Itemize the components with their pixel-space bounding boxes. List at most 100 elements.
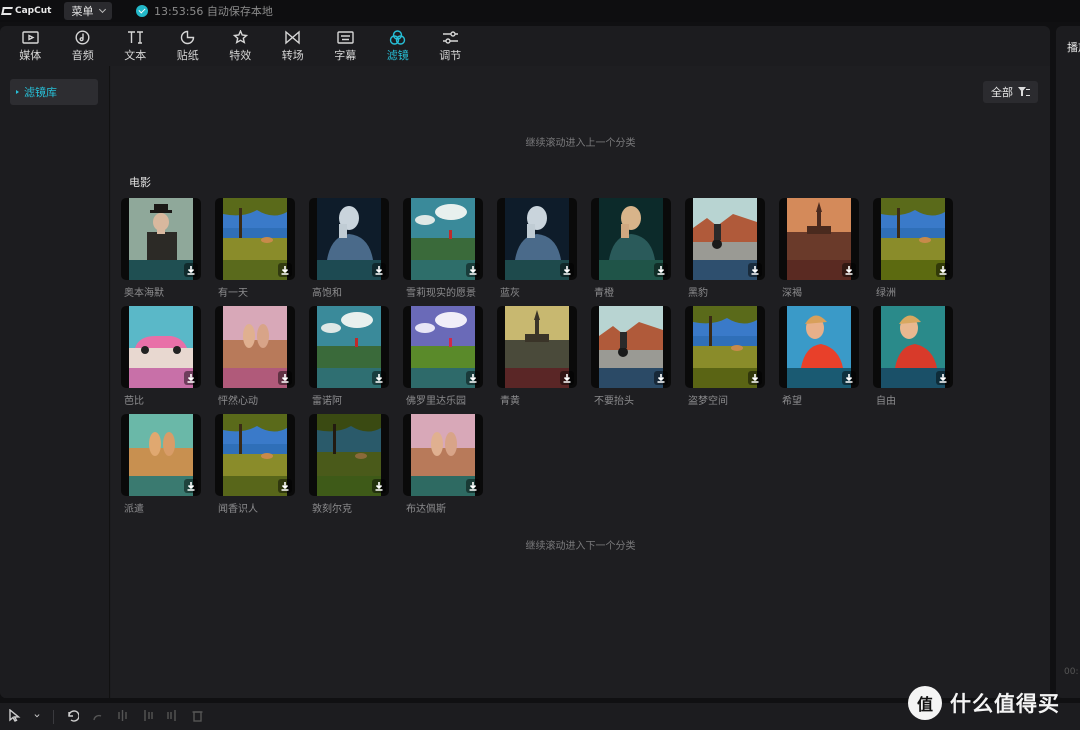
filter-thumbnail[interactable] xyxy=(403,198,483,280)
filter-card[interactable]: 布达佩斯 xyxy=(403,414,483,515)
filter-card[interactable]: 芭比 xyxy=(121,306,201,407)
filter-name: 盗梦空间 xyxy=(688,396,728,407)
filter-card[interactable]: 高饱和 xyxy=(309,198,389,299)
tab-subtitle[interactable]: 字幕 xyxy=(319,26,372,66)
filter-card[interactable]: 自由 xyxy=(873,306,953,407)
filter-card[interactable]: 青黄 xyxy=(497,306,577,407)
download-icon[interactable] xyxy=(842,371,856,385)
filter-card[interactable]: 希望 xyxy=(779,306,859,407)
tab-media[interactable]: 媒体 xyxy=(4,26,57,66)
filter-thumbnail[interactable] xyxy=(685,306,765,388)
filter-card[interactable]: 青橙 xyxy=(591,198,671,299)
redo-icon[interactable] xyxy=(91,707,104,726)
filter-card[interactable]: 盗梦空间 xyxy=(685,306,765,407)
filter-name: 黑豹 xyxy=(688,288,708,299)
filter-name: 青橙 xyxy=(594,288,614,299)
tab-transition[interactable]: 转场 xyxy=(267,26,320,66)
tab-audio[interactable]: 音频 xyxy=(57,26,110,66)
filter-thumbnail[interactable] xyxy=(403,414,483,496)
filter-thumbnail[interactable] xyxy=(779,198,859,280)
filter-thumbnail[interactable] xyxy=(685,198,765,280)
download-icon[interactable] xyxy=(560,263,574,277)
download-icon[interactable] xyxy=(184,263,198,277)
filter-preview-image xyxy=(693,198,757,260)
filter-thumbnail[interactable] xyxy=(779,306,859,388)
app-window: CapCut 菜单 13:53:56 自动保存本地 媒体 音频 文本 贴纸 特效… xyxy=(0,0,1080,730)
filter-card[interactable]: 派遣 xyxy=(121,414,201,515)
filter-card[interactable]: 雪莉现实的愿景 xyxy=(403,198,483,299)
download-icon[interactable] xyxy=(466,371,480,385)
filter-thumbnail[interactable] xyxy=(215,198,295,280)
download-icon[interactable] xyxy=(842,263,856,277)
download-icon[interactable] xyxy=(372,263,386,277)
filter-card[interactable]: 奥本海默 xyxy=(121,198,201,299)
filter-thumbnail[interactable] xyxy=(591,306,671,388)
download-icon[interactable] xyxy=(936,371,950,385)
download-icon[interactable] xyxy=(466,479,480,493)
filter-all-button[interactable]: 全部 xyxy=(983,81,1038,103)
filter-preview-image xyxy=(599,306,663,368)
filter-thumbnail[interactable] xyxy=(873,198,953,280)
download-icon[interactable] xyxy=(372,371,386,385)
filter-card[interactable]: 不要抬头 xyxy=(591,306,671,407)
filter-card[interactable]: 闻香识人 xyxy=(215,414,295,515)
download-icon[interactable] xyxy=(184,479,198,493)
title-bar: CapCut 菜单 13:53:56 自动保存本地 xyxy=(0,0,1080,22)
filter-thumbnail[interactable] xyxy=(309,306,389,388)
filter-name: 青黄 xyxy=(500,396,520,407)
filter-preview-image xyxy=(223,306,287,368)
sidebar-item-label: 滤镜库 xyxy=(24,86,57,99)
split-icon[interactable] xyxy=(116,707,129,726)
download-icon[interactable] xyxy=(466,263,480,277)
filter-card[interactable]: 蓝灰 xyxy=(497,198,577,299)
download-icon[interactable] xyxy=(654,371,668,385)
split-right-icon[interactable] xyxy=(166,707,179,726)
delete-icon[interactable] xyxy=(191,707,204,726)
sidebar-item-filter-library[interactable]: 滤镜库 xyxy=(10,79,98,105)
filter-thumbnail[interactable] xyxy=(591,198,671,280)
tab-label: 媒体 xyxy=(19,48,42,62)
download-icon[interactable] xyxy=(184,371,198,385)
filter-thumbnail[interactable] xyxy=(215,414,295,496)
menu-button[interactable]: 菜单 xyxy=(64,2,112,20)
undo-icon[interactable] xyxy=(66,707,80,726)
download-icon[interactable] xyxy=(748,371,762,385)
filter-card[interactable]: 绿洲 xyxy=(873,198,953,299)
download-icon[interactable] xyxy=(278,371,292,385)
check-circle-icon xyxy=(136,5,148,17)
download-icon[interactable] xyxy=(654,263,668,277)
filter-card[interactable]: 深褐 xyxy=(779,198,859,299)
filter-thumbnail[interactable] xyxy=(121,306,201,388)
filter-card[interactable]: 有一天 xyxy=(215,198,295,299)
filter-thumbnail[interactable] xyxy=(121,198,201,280)
tab-effects[interactable]: 特效 xyxy=(214,26,267,66)
download-icon[interactable] xyxy=(278,479,292,493)
filter-thumbnail[interactable] xyxy=(497,198,577,280)
filter-thumbnail[interactable] xyxy=(309,198,389,280)
split-left-icon[interactable] xyxy=(141,707,154,726)
filter-card[interactable]: 佛罗里达乐园 xyxy=(403,306,483,407)
tab-text[interactable]: 文本 xyxy=(109,26,162,66)
download-icon[interactable] xyxy=(278,263,292,277)
select-cursor-icon[interactable] xyxy=(8,707,21,726)
filter-thumbnail[interactable] xyxy=(121,414,201,496)
tab-adjust[interactable]: 调节 xyxy=(424,26,477,66)
tab-label: 文本 xyxy=(124,48,147,62)
filter-thumbnail[interactable] xyxy=(873,306,953,388)
filter-thumbnail[interactable] xyxy=(497,306,577,388)
download-icon[interactable] xyxy=(748,263,762,277)
chevron-down-icon[interactable] xyxy=(33,707,41,726)
tab-sticker[interactable]: 贴纸 xyxy=(162,26,215,66)
download-icon[interactable] xyxy=(936,263,950,277)
filter-preview-image xyxy=(223,414,287,476)
filter-card[interactable]: 怦然心动 xyxy=(215,306,295,407)
tab-filter[interactable]: 滤镜 xyxy=(372,26,425,66)
filter-card[interactable]: 雷诺阿 xyxy=(309,306,389,407)
filter-thumbnail[interactable] xyxy=(403,306,483,388)
download-icon[interactable] xyxy=(372,479,386,493)
download-icon[interactable] xyxy=(560,371,574,385)
filter-card[interactable]: 敦刻尔克 xyxy=(309,414,389,515)
filter-thumbnail[interactable] xyxy=(309,414,389,496)
filter-thumbnail[interactable] xyxy=(215,306,295,388)
filter-card[interactable]: 黑豹 xyxy=(685,198,765,299)
